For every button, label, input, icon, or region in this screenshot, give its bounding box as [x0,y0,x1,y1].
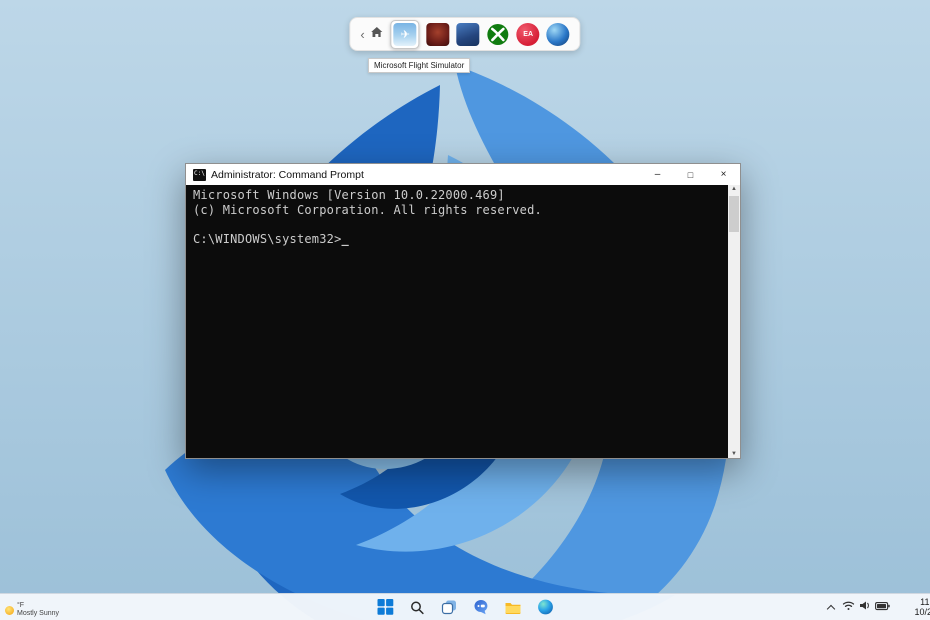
scroll-up-icon[interactable]: ▲ [728,186,740,192]
close-button[interactable]: × [707,164,740,185]
window-title: Administrator: Command Prompt [211,169,641,181]
game-blue-icon[interactable] [457,23,480,46]
terminal-cursor: _ [342,232,349,246]
game-red-icon[interactable] [427,23,450,46]
game-launcher-bar: ‹ ✈ EA [349,17,580,51]
xbox-icon[interactable] [487,23,510,46]
wifi-icon [842,598,855,616]
minimize-button[interactable]: – [641,164,674,185]
file-explorer-icon[interactable] [504,598,523,617]
terminal-prompt-line: C:\WINDOWS\system32>_ [193,232,721,247]
ea-label: EA [523,31,533,38]
taskbar: °F Mostly Sunny [0,593,930,620]
back-chevron-icon[interactable]: ‹ [360,28,364,41]
tray-status-icons[interactable] [842,598,890,616]
weather-sun-icon [5,606,14,615]
task-view-icon[interactable] [440,598,459,617]
scrollbar-thumb[interactable] [729,196,739,232]
edge-icon[interactable] [536,598,555,617]
gamebar-nav: ‹ [360,25,383,43]
search-icon[interactable] [408,598,427,617]
home-icon[interactable] [371,25,384,43]
terminal-line: Microsoft Windows [Version 10.0.22000.46… [193,188,721,203]
desktop: ‹ ✈ EA Microsoft Flight Simulator [0,0,930,620]
scroll-down-icon[interactable]: ▼ [728,451,740,457]
show-hidden-icons-chevron[interactable] [827,604,835,612]
command-prompt-window: C:\ Administrator: Command Prompt – □ × … [185,163,741,459]
game-sphere-icon[interactable] [547,23,570,46]
cmd-app-icon: C:\ [193,169,206,181]
clock-time: 11: [898,597,930,608]
terminal-blank-line [193,217,721,232]
clock-date: 10/2 [898,607,930,618]
terminal-line: (c) Microsoft Corporation. All rights re… [193,203,721,218]
battery-icon [875,598,890,616]
flight-simulator-icon-selected[interactable]: ✈ [391,20,420,49]
clock[interactable]: 11: 10/2 [898,597,930,618]
taskbar-center-icons [376,594,555,620]
weather-condition: Mostly Sunny [17,610,59,618]
terminal-prompt: C:\WINDOWS\system32> [193,232,342,246]
volume-icon [859,598,871,616]
weather-temp: °F [17,602,59,610]
start-button[interactable] [376,598,395,617]
title-bar[interactable]: C:\ Administrator: Command Prompt – □ × [186,164,740,185]
widgets-weather-button[interactable]: °F Mostly Sunny [5,602,59,618]
terminal-scrollbar[interactable]: ▲ ▼ [728,185,740,458]
maximize-button[interactable]: □ [674,164,707,185]
tooltip: Microsoft Flight Simulator [368,58,470,73]
flight-simulator-icon[interactable]: ✈ [394,23,417,46]
chat-icon[interactable] [472,598,491,617]
system-tray: 11: 10/2 [828,594,928,620]
terminal-output[interactable]: Microsoft Windows [Version 10.0.22000.46… [186,185,728,458]
ea-play-icon[interactable]: EA [517,23,540,46]
plane-glyph-icon: ✈ [401,28,410,41]
